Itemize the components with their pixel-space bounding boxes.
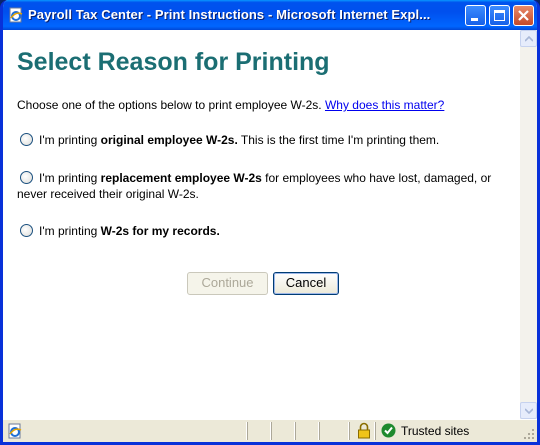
- intro-text: Choose one of the options below to print…: [17, 98, 444, 112]
- browser-window: Payroll Tax Center - Print Instructions …: [0, 0, 540, 445]
- option-label: I'm printing: [39, 171, 101, 185]
- cancel-button[interactable]: Cancel: [273, 272, 339, 295]
- option-label-rest: This is the first time I'm printing them…: [237, 133, 440, 147]
- option-label: I'm printing: [39, 224, 101, 238]
- vertical-scrollbar[interactable]: [520, 30, 537, 419]
- option-original[interactable]: I'm printing original employee W-2s. Thi…: [17, 132, 512, 148]
- option-label-bold: replacement employee W-2s: [100, 171, 262, 185]
- ie-page-icon: [8, 423, 22, 439]
- trusted-sites-check-icon: [381, 423, 396, 438]
- title-bar[interactable]: Payroll Tax Center - Print Instructions …: [3, 0, 537, 30]
- status-divider: [375, 422, 376, 440]
- status-divider: [349, 422, 350, 440]
- page-title: Select Reason for Printing: [17, 48, 330, 76]
- maximize-icon: [494, 10, 505, 21]
- continue-button[interactable]: Continue: [187, 272, 268, 295]
- chevron-down-icon: [525, 408, 533, 414]
- close-icon: [518, 10, 529, 21]
- minimize-icon: [471, 18, 478, 21]
- minimize-button[interactable]: [465, 5, 486, 26]
- close-button[interactable]: [513, 5, 534, 26]
- status-divider: [247, 422, 248, 440]
- window-title: Payroll Tax Center - Print Instructions …: [28, 7, 431, 22]
- radio-original[interactable]: [20, 133, 33, 146]
- status-divider: [319, 422, 320, 440]
- chevron-up-icon: [525, 36, 533, 42]
- radio-records[interactable]: [20, 224, 33, 237]
- ie-page-icon: [9, 7, 23, 23]
- option-replacement[interactable]: I'm printing replacement employee W-2s f…: [17, 170, 512, 202]
- lock-icon: [358, 422, 370, 439]
- status-bar: Trusted sites: [3, 419, 537, 442]
- scroll-down-button[interactable]: [520, 402, 537, 419]
- option-label: I'm printing: [39, 133, 101, 147]
- security-zone-label: Trusted sites: [401, 424, 470, 438]
- help-link[interactable]: Why does this matter?: [325, 98, 444, 112]
- status-divider: [271, 422, 272, 440]
- option-label-bold: original employee W-2s.: [100, 133, 238, 147]
- option-label-bold: W-2s for my records.: [100, 224, 220, 238]
- maximize-button[interactable]: [489, 5, 510, 26]
- option-records[interactable]: I'm printing W-2s for my records.: [17, 223, 512, 239]
- radio-replacement[interactable]: [20, 171, 33, 184]
- scroll-up-button[interactable]: [520, 30, 537, 47]
- page-content: Select Reason for Printing Choose one of…: [3, 30, 520, 419]
- intro-sentence: Choose one of the options below to print…: [17, 98, 322, 112]
- status-divider: [295, 422, 296, 440]
- resize-grip-icon[interactable]: [523, 428, 535, 440]
